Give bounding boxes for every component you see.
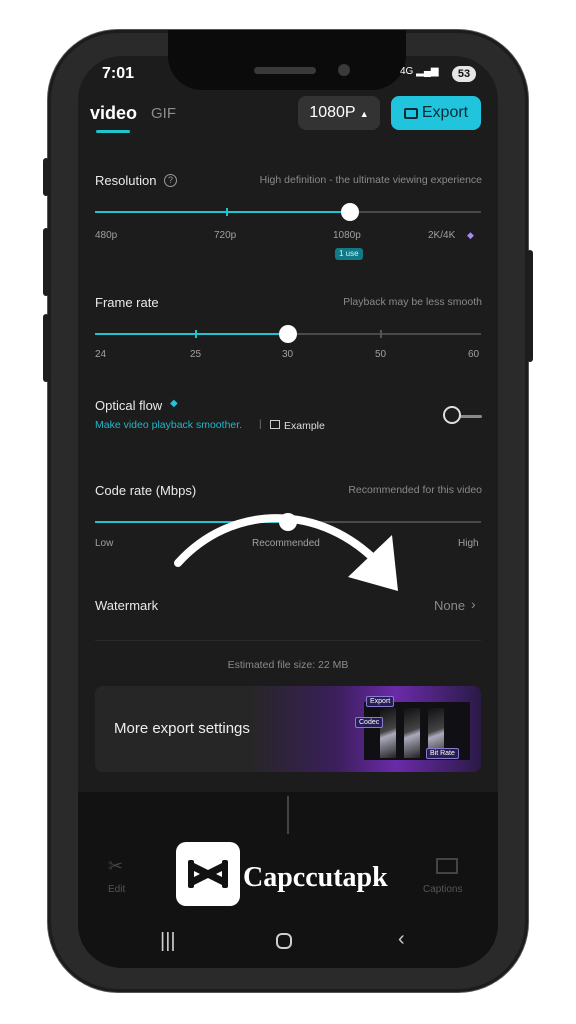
optical-flow-example-link[interactable]: Example (284, 420, 325, 432)
frame-rate-tick-mark (195, 330, 197, 338)
bottom-nav-edit[interactable]: Edit (108, 884, 125, 895)
resolution-dropdown-label: 1080P (309, 104, 356, 121)
captions-icon (436, 858, 458, 874)
tab-video[interactable]: video (90, 103, 137, 124)
caret-up-icon: ▲ (359, 109, 369, 119)
resolution-tick-720p: 720p (214, 230, 237, 241)
section-divider (95, 640, 481, 641)
watermark-value[interactable]: None (434, 598, 465, 613)
frame-rate-hint: Playback may be less smooth (343, 296, 482, 308)
export-icon (403, 108, 418, 119)
home-button[interactable] (276, 933, 292, 949)
optical-flow-toggle-track[interactable] (458, 415, 482, 418)
export-label: Export (421, 104, 469, 121)
code-rate-hint: Recommended for this video (348, 484, 482, 496)
banner-preview-stripe (404, 708, 420, 758)
play-example-icon (270, 420, 280, 429)
frame-rate-tick-50: 50 (375, 349, 387, 360)
optical-flow-toggle[interactable] (443, 406, 461, 424)
free-use-badge: 1 use (335, 248, 363, 260)
speaker (254, 67, 316, 74)
optical-flow-label: Optical flow (95, 398, 163, 413)
frame-rate-slider-knob[interactable] (279, 325, 297, 343)
resolution-label: Resolution (95, 173, 157, 188)
export-button[interactable]: Export (391, 96, 481, 130)
frame-rate-tick-60: 60 (468, 349, 480, 360)
premium-diamond-icon: ◆ (467, 230, 474, 240)
optical-flow-separator: | (259, 419, 262, 430)
network-indicator: 4G ▂▄▆ (400, 66, 439, 77)
curved-arrow-overlay (174, 514, 398, 591)
power-button (527, 250, 533, 362)
frame-rate-tick-30: 30 (282, 349, 294, 360)
mute-button (43, 158, 49, 196)
code-rate-label: Code rate (Mbps) (95, 483, 197, 498)
capcut-logo-icon (188, 860, 228, 888)
resolution-hint: High definition - the ultimate viewing e… (259, 174, 482, 186)
resolution-slider-knob[interactable] (341, 203, 359, 221)
optical-flow-description[interactable]: Make video playback smoother. (95, 419, 242, 431)
banner-tag-export: Export (366, 696, 395, 707)
battery-indicator: 53 (452, 66, 476, 82)
more-export-settings-label: More export settings (114, 720, 250, 737)
chevron-right-icon: › (471, 596, 476, 612)
frame-rate-tick-25: 25 (190, 349, 202, 360)
front-camera (338, 64, 350, 76)
status-time: 7:01 (102, 65, 135, 82)
resolution-tick-1080p: 1080p (333, 230, 361, 241)
resolution-slider-fill (95, 211, 350, 213)
banner-tag-codec: Codec (355, 717, 384, 728)
bottom-nav-captions[interactable]: Captions (423, 884, 462, 895)
watermark-label: Watermark (95, 598, 159, 613)
tab-gif[interactable]: GIF (151, 105, 176, 122)
recent-apps-button[interactable]: ||| (160, 930, 176, 953)
network-type: 4G (400, 66, 414, 77)
frame-rate-label: Frame rate (95, 295, 159, 310)
code-rate-tick-high: High (458, 538, 479, 549)
frame-rate-tick-24: 24 (95, 349, 107, 360)
premium-diamond-icon: ◆ (170, 398, 178, 409)
back-button[interactable]: ‹ (398, 928, 405, 951)
volume-up-button (43, 228, 49, 296)
signal-icon: ▂▄▆ (416, 66, 439, 77)
notch (168, 30, 406, 90)
frame-rate-tick-mark (380, 330, 382, 338)
scissors-icon: ✂ (108, 856, 124, 876)
capcut-logo (176, 842, 240, 906)
playhead-line (287, 796, 289, 834)
code-rate-tick-low: Low (95, 538, 114, 549)
banner-tag-bit-rate: Bit Rate (426, 748, 459, 759)
volume-down-button (43, 314, 49, 382)
estimated-file-size: Estimated file size: 22 MB (227, 659, 349, 671)
watermark-logo-text: Capccutapk (243, 862, 388, 893)
banner-preview-stripe (380, 708, 396, 758)
resolution-tick-mark (226, 208, 228, 216)
frame-rate-slider-fill (95, 333, 288, 335)
resolution-dropdown[interactable]: 1080P ▲ (298, 96, 380, 130)
resolution-tick-2k4k: 2K/4K (428, 230, 456, 241)
resolution-tick-480p: 480p (95, 230, 118, 241)
help-icon[interactable]: ? (164, 174, 177, 187)
tab-active-indicator (96, 130, 130, 133)
